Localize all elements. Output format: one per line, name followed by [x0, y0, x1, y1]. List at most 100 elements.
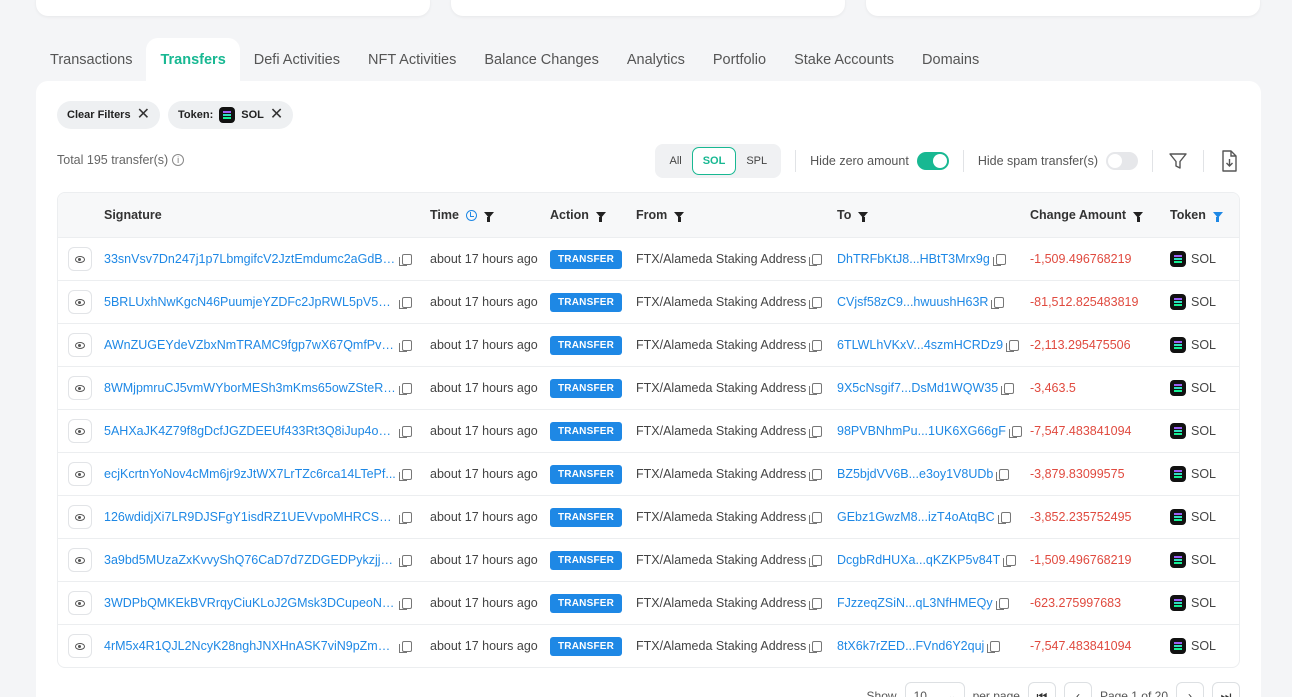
hide-zero-toggle[interactable] — [916, 152, 949, 170]
tab-transfers[interactable]: Transfers — [146, 38, 240, 82]
funnel-icon[interactable] — [595, 212, 606, 222]
copy-icon[interactable] — [996, 468, 1010, 481]
token-symbol[interactable]: SOL — [1191, 295, 1216, 309]
prev-page-button[interactable]: ‹ — [1063, 682, 1092, 697]
copy-icon[interactable] — [399, 640, 412, 653]
copy-icon[interactable] — [809, 425, 823, 438]
copy-icon[interactable] — [399, 382, 412, 395]
close-icon[interactable]: ✕ — [137, 107, 150, 123]
filter-icon[interactable] — [1167, 150, 1189, 172]
funnel-icon[interactable] — [858, 212, 869, 222]
signature-link[interactable]: 8WMjpmruCJ5vmWYborMESh3mKms65owZSteRZ... — [104, 381, 396, 395]
token-symbol[interactable]: SOL — [1191, 338, 1216, 352]
info-icon[interactable]: i — [172, 154, 185, 166]
to-address-link[interactable]: 8tX6k7rZED...FVnd6Y2quj — [837, 639, 984, 653]
copy-icon[interactable] — [399, 554, 412, 567]
to-address-link[interactable]: 6TLWLhVKxV...4szmHCRDz9 — [837, 338, 1003, 352]
tab-portfolio[interactable]: Portfolio — [699, 38, 780, 82]
copy-icon[interactable] — [399, 425, 412, 438]
funnel-icon[interactable] — [1133, 212, 1144, 222]
signature-link[interactable]: ecjKcrtnYoNov4cMm6jr9zJtWX7LrTZc6rca14LT… — [104, 467, 396, 481]
first-page-button[interactable]: ⏮ — [1027, 682, 1056, 697]
copy-icon[interactable] — [991, 296, 1005, 309]
from-address[interactable]: FTX/Alameda Staking Address — [636, 510, 806, 524]
view-details-button[interactable] — [68, 376, 92, 400]
to-address-link[interactable]: 9X5cNsgif7...DsMd1WQW35 — [837, 381, 998, 395]
copy-icon[interactable] — [809, 597, 823, 610]
funnel-icon[interactable] — [1212, 212, 1223, 222]
page-size-select[interactable]: 10 ⌄ — [904, 682, 965, 697]
token-symbol[interactable]: SOL — [1191, 381, 1216, 395]
copy-icon[interactable] — [809, 640, 823, 653]
segment-spl[interactable]: SPL — [738, 147, 775, 175]
from-address[interactable]: FTX/Alameda Staking Address — [636, 338, 806, 352]
signature-link[interactable]: 3a9bd5MUzaZxKvvyShQ76CaD7d7ZDGEDPykzjjxj… — [104, 553, 396, 567]
copy-icon[interactable] — [809, 382, 823, 395]
token-symbol[interactable]: SOL — [1191, 424, 1216, 438]
signature-link[interactable]: 5BRLUxhNwKgcN46PuumjeYZDFc2JpRWL5pV53gf.… — [104, 295, 396, 309]
copy-icon[interactable] — [809, 296, 823, 309]
tab-stake-accounts[interactable]: Stake Accounts — [780, 38, 908, 82]
tab-defi-activities[interactable]: Defi Activities — [240, 38, 354, 82]
view-details-button[interactable] — [68, 419, 92, 443]
copy-icon[interactable] — [809, 468, 823, 481]
view-details-button[interactable] — [68, 548, 92, 572]
copy-icon[interactable] — [809, 554, 823, 567]
token-symbol[interactable]: SOL — [1191, 596, 1216, 610]
copy-icon[interactable] — [1006, 339, 1020, 352]
from-address[interactable]: FTX/Alameda Staking Address — [636, 553, 806, 567]
view-details-button[interactable] — [68, 591, 92, 615]
next-page-button[interactable]: › — [1176, 682, 1204, 697]
view-details-button[interactable] — [68, 290, 92, 314]
to-address-link[interactable]: BZ5bjdVV6B...e3oy1V8UDb — [837, 467, 993, 481]
close-icon[interactable]: ✕ — [270, 107, 283, 123]
funnel-icon[interactable] — [674, 212, 685, 222]
copy-icon[interactable] — [809, 339, 823, 352]
clock-icon[interactable] — [465, 209, 477, 221]
token-filter-chip[interactable]: Token: SOL ✕ — [168, 101, 294, 129]
tab-domains[interactable]: Domains — [908, 38, 993, 82]
signature-link[interactable]: 5AHXaJK4Z79f8gDcfJGZDEEUf433Rt3Q8iJup4ow… — [104, 424, 396, 438]
token-symbol[interactable]: SOL — [1191, 639, 1216, 653]
copy-icon[interactable] — [1008, 425, 1022, 438]
token-symbol[interactable]: SOL — [1191, 510, 1216, 524]
view-details-button[interactable] — [68, 462, 92, 486]
to-address-link[interactable]: DcgbRdHUXa...qKZKP5v84T — [837, 553, 1000, 567]
signature-link[interactable]: AWnZUGEYdeVZbxNmTRAMC9fgp7wX67QmfPvo7... — [104, 338, 396, 352]
view-details-button[interactable] — [68, 505, 92, 529]
to-address-link[interactable]: 98PVBNhmPu...1UK6XG66gF — [837, 424, 1006, 438]
copy-icon[interactable] — [399, 253, 412, 266]
copy-icon[interactable] — [1003, 554, 1017, 567]
token-symbol[interactable]: SOL — [1191, 467, 1216, 481]
copy-icon[interactable] — [399, 597, 412, 610]
from-address[interactable]: FTX/Alameda Staking Address — [636, 596, 806, 610]
to-address-link[interactable]: FJzzeqZSiN...qL3NfHMEQy — [837, 596, 993, 610]
tab-nft-activities[interactable]: NFT Activities — [354, 38, 470, 82]
tab-balance-changes[interactable]: Balance Changes — [470, 38, 612, 82]
tab-analytics[interactable]: Analytics — [613, 38, 699, 82]
from-address[interactable]: FTX/Alameda Staking Address — [636, 252, 806, 266]
token-symbol[interactable]: SOL — [1191, 252, 1216, 266]
copy-icon[interactable] — [997, 511, 1011, 524]
copy-icon[interactable] — [1001, 382, 1015, 395]
view-details-button[interactable] — [68, 634, 92, 658]
copy-icon[interactable] — [809, 511, 823, 524]
signature-link[interactable]: 3WDPbQMKEkBVRrqyCiuKLoJ2GMsk3DCupeoNgEi.… — [104, 596, 396, 610]
copy-icon[interactable] — [987, 640, 1001, 653]
from-address[interactable]: FTX/Alameda Staking Address — [636, 381, 806, 395]
signature-link[interactable]: 4rM5x4R1QJL2NcyK28nghJNXHnASK7viN9pZmJq.… — [104, 639, 396, 653]
hide-spam-toggle[interactable] — [1106, 152, 1138, 170]
copy-icon[interactable] — [399, 339, 412, 352]
from-address[interactable]: FTX/Alameda Staking Address — [636, 295, 806, 309]
from-address[interactable]: FTX/Alameda Staking Address — [636, 467, 806, 481]
signature-link[interactable]: 126wdidjXi7LR9DJSFgY1isdRZ1UEVvpoMHRCSYC… — [104, 510, 396, 524]
view-details-button[interactable] — [68, 333, 92, 357]
last-page-button[interactable]: ⏭ — [1212, 682, 1240, 697]
segment-sol[interactable]: SOL — [691, 147, 737, 175]
copy-icon[interactable] — [995, 597, 1009, 610]
segment-all[interactable]: All — [661, 147, 689, 175]
clear-filters-chip[interactable]: Clear Filters ✕ — [57, 101, 160, 129]
to-address-link[interactable]: DhTRFbKtJ8...HBtT3Mrx9g — [837, 252, 990, 266]
copy-icon[interactable] — [809, 253, 823, 266]
funnel-icon[interactable] — [483, 212, 494, 222]
